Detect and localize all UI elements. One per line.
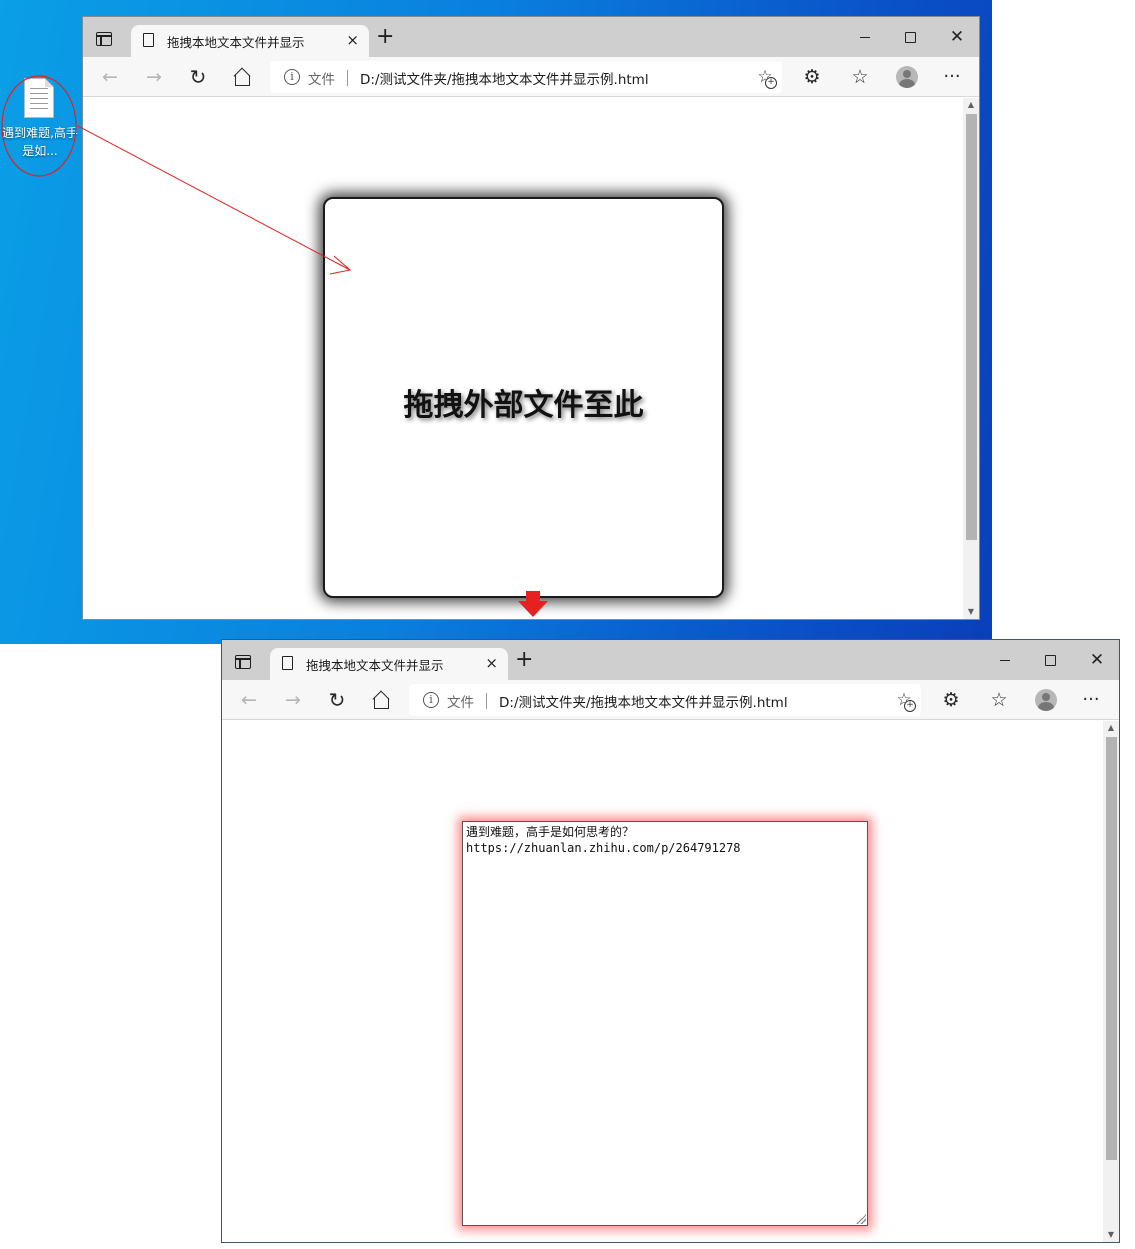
tab-actions-icon[interactable] bbox=[235, 655, 251, 669]
resize-handle[interactable] bbox=[856, 1214, 866, 1224]
tab-title: 拖拽本地文本文件并显示 bbox=[306, 658, 444, 673]
scroll-down-arrow[interactable]: ▼ bbox=[963, 605, 979, 619]
close-window-button[interactable]: ✕ bbox=[947, 27, 967, 47]
refresh-button[interactable]: ↻ bbox=[326, 689, 348, 711]
file-content-textarea[interactable]: 遇到难题，高手是如何思考的？ https://zhuanlan.zhihu.co… bbox=[462, 821, 868, 1226]
info-icon[interactable]: i bbox=[284, 69, 300, 85]
back-button[interactable]: ← bbox=[238, 689, 260, 711]
info-icon[interactable]: i bbox=[423, 692, 439, 708]
site-info-label: 文件 bbox=[447, 695, 474, 711]
address-bar[interactable]: i 文件 D:/测试文件夹/拖拽本地文本文件并显示例.html ☆ bbox=[409, 684, 921, 716]
scroll-thumb[interactable] bbox=[966, 114, 977, 540]
extensions-icon[interactable]: ⚙ bbox=[940, 689, 962, 711]
title-bar: 拖拽本地文本文件并显示 × + ✕ bbox=[222, 640, 1119, 680]
maximize-button[interactable] bbox=[1040, 650, 1060, 670]
new-tab-button[interactable]: + bbox=[515, 649, 533, 671]
page-viewport: 遇到难题，高手是如何思考的？ https://zhuanlan.zhihu.co… bbox=[222, 721, 1119, 1242]
minimize-button[interactable] bbox=[995, 650, 1015, 670]
scroll-thumb[interactable] bbox=[1106, 737, 1117, 1160]
scroll-down-arrow[interactable]: ▼ bbox=[1103, 1228, 1119, 1242]
tab-close-icon[interactable]: × bbox=[485, 654, 498, 672]
profile-avatar[interactable] bbox=[896, 66, 918, 88]
scroll-up-arrow[interactable]: ▲ bbox=[1103, 721, 1119, 735]
refresh-button[interactable]: ↻ bbox=[187, 66, 209, 88]
page-icon bbox=[282, 656, 293, 670]
page-icon bbox=[143, 33, 154, 47]
address-separator bbox=[347, 70, 348, 86]
tab-actions-icon[interactable] bbox=[96, 32, 112, 46]
site-info-label: 文件 bbox=[308, 72, 335, 88]
home-button[interactable] bbox=[231, 66, 253, 88]
browser-window-before: 拖拽本地文本文件并显示 × + ✕ ← → ↻ i 文件 D:/测试文件夹/拖拽… bbox=[82, 16, 980, 620]
drop-zone-text: 拖拽外部文件至此 bbox=[403, 388, 644, 423]
navigation-toolbar: ← → ↻ i 文件 D:/测试文件夹/拖拽本地文本文件并显示例.html ☆ … bbox=[222, 680, 1119, 720]
add-favorite-icon[interactable]: ☆ bbox=[893, 689, 916, 712]
new-tab-button[interactable]: + bbox=[376, 26, 394, 48]
browser-tab[interactable]: 拖拽本地文本文件并显示 × bbox=[131, 25, 369, 57]
maximize-button[interactable] bbox=[900, 27, 920, 47]
profile-avatar[interactable] bbox=[1035, 689, 1057, 711]
desktop-file-icon[interactable]: 遇到难题,高手是如... bbox=[0, 72, 80, 182]
forward-button[interactable]: → bbox=[143, 66, 165, 88]
favorites-icon[interactable]: ☆ bbox=[849, 66, 871, 88]
url-text[interactable]: D:/测试文件夹/拖拽本地文本文件并显示例.html bbox=[360, 68, 649, 88]
tab-title: 拖拽本地文本文件并显示 bbox=[167, 35, 305, 50]
title-bar: 拖拽本地文本文件并显示 × + ✕ bbox=[83, 17, 979, 57]
vertical-scrollbar[interactable]: ▲ ▼ bbox=[963, 98, 979, 619]
favorites-icon[interactable]: ☆ bbox=[988, 689, 1010, 711]
close-window-button[interactable]: ✕ bbox=[1087, 650, 1107, 670]
address-bar[interactable]: i 文件 D:/测试文件夹/拖拽本地文本文件并显示例.html ☆ bbox=[270, 61, 782, 93]
text-file-icon bbox=[24, 78, 54, 118]
add-favorite-icon[interactable]: ☆ bbox=[754, 66, 777, 89]
extensions-icon[interactable]: ⚙ bbox=[801, 66, 823, 88]
flow-down-arrow bbox=[518, 591, 548, 619]
page-viewport: 拖拽外部文件至此 ▲ ▼ bbox=[83, 98, 979, 619]
vertical-scrollbar[interactable]: ▲ ▼ bbox=[1103, 721, 1119, 1242]
back-button[interactable]: ← bbox=[99, 66, 121, 88]
file-content-text: 遇到难题，高手是如何思考的？ https://zhuanlan.zhihu.co… bbox=[466, 825, 741, 855]
browser-tab[interactable]: 拖拽本地文本文件并显示 × bbox=[270, 648, 508, 680]
drop-zone[interactable]: 拖拽外部文件至此 bbox=[323, 197, 724, 598]
more-menu-icon[interactable]: ··· bbox=[1080, 689, 1102, 711]
address-separator bbox=[486, 693, 487, 709]
browser-window-after: 拖拽本地文本文件并显示 × + ✕ ← → ↻ i 文件 D:/测试文件夹/拖拽… bbox=[221, 639, 1120, 1243]
minimize-button[interactable] bbox=[855, 27, 875, 47]
home-button[interactable] bbox=[370, 689, 392, 711]
desktop-file-label: 遇到难题,高手是如... bbox=[2, 126, 78, 158]
url-text[interactable]: D:/测试文件夹/拖拽本地文本文件并显示例.html bbox=[499, 691, 788, 711]
tab-close-icon[interactable]: × bbox=[346, 31, 359, 49]
more-menu-icon[interactable]: ··· bbox=[941, 66, 963, 88]
navigation-toolbar: ← → ↻ i 文件 D:/测试文件夹/拖拽本地文本文件并显示例.html ☆ … bbox=[83, 57, 979, 97]
scroll-up-arrow[interactable]: ▲ bbox=[963, 98, 979, 112]
forward-button[interactable]: → bbox=[282, 689, 304, 711]
